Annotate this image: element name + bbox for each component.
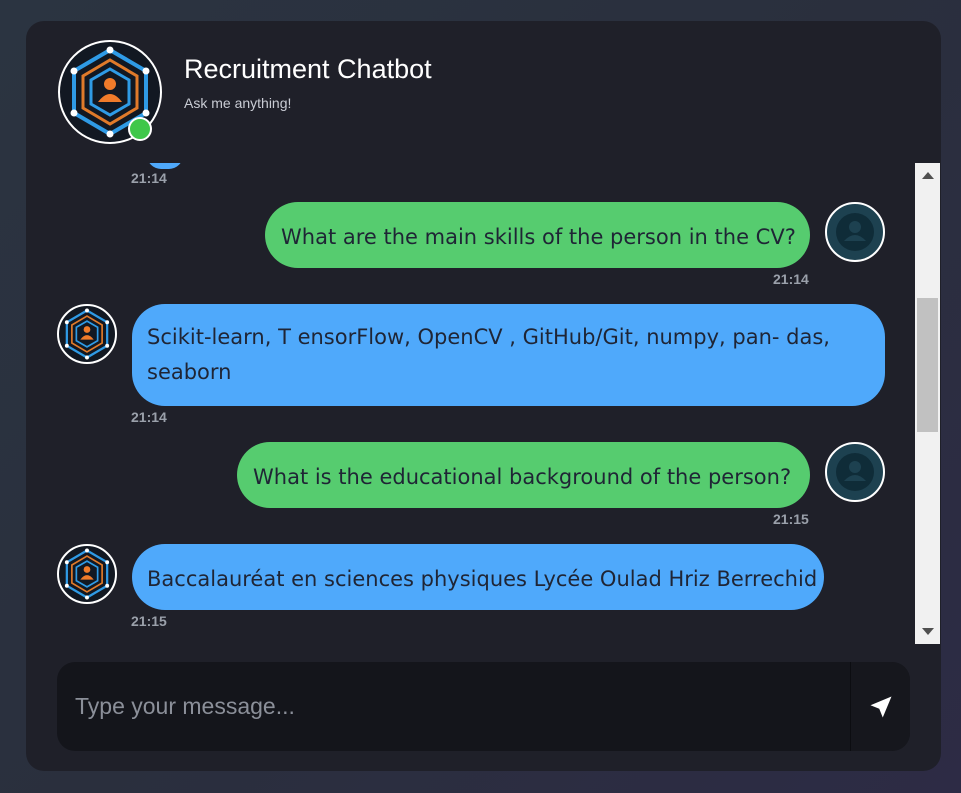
bot-avatar: [57, 544, 117, 604]
chat-window: Recruitment Chatbot Ask me anything! 21:…: [26, 21, 941, 771]
message-time: 21:14: [131, 170, 167, 186]
message-time: 21:15: [773, 511, 809, 527]
bot-avatar: [57, 304, 117, 364]
scroll-up-arrow-icon[interactable]: [922, 172, 934, 179]
message-list[interactable]: 21:14 What are the main skills of the pe…: [26, 163, 915, 644]
user-avatar: [825, 442, 885, 502]
send-button[interactable]: [850, 662, 910, 751]
chatbot-logo-icon: [59, 306, 115, 362]
message-bubble-bot: Baccalauréat en sciences physiques Lycée…: [132, 544, 824, 610]
scroll-down-arrow-icon[interactable]: [922, 628, 934, 635]
message-input[interactable]: [57, 662, 850, 751]
user-icon: [827, 444, 883, 500]
message-text-line: seaborn: [147, 360, 232, 384]
chatbot-logo-icon: [59, 546, 115, 602]
chat-header: Recruitment Chatbot Ask me anything!: [26, 21, 941, 163]
scrollbar[interactable]: [915, 163, 940, 644]
message-bubble-bot: Scikit-learn, T ensorFlow, OpenCV , GitH…: [132, 304, 885, 406]
message-time: 21:15: [131, 613, 167, 629]
message-bubble-bot: [147, 163, 183, 169]
online-status-icon: [128, 117, 152, 141]
send-icon: [870, 696, 892, 718]
message-text-line: Scikit-learn, T ensorFlow, OpenCV , GitH…: [147, 325, 830, 349]
message-composer: [57, 662, 910, 751]
user-icon: [827, 204, 883, 260]
message-time: 21:14: [773, 271, 809, 287]
message-bubble-user: What are the main skills of the person i…: [265, 202, 810, 268]
page-subtitle: Ask me anything!: [184, 95, 292, 111]
message-bubble-user: What is the educational background of th…: [237, 442, 810, 508]
user-avatar: [825, 202, 885, 262]
scrollbar-thumb[interactable]: [917, 298, 938, 432]
page-title: Recruitment Chatbot: [184, 54, 432, 84]
message-time: 21:14: [131, 409, 167, 425]
